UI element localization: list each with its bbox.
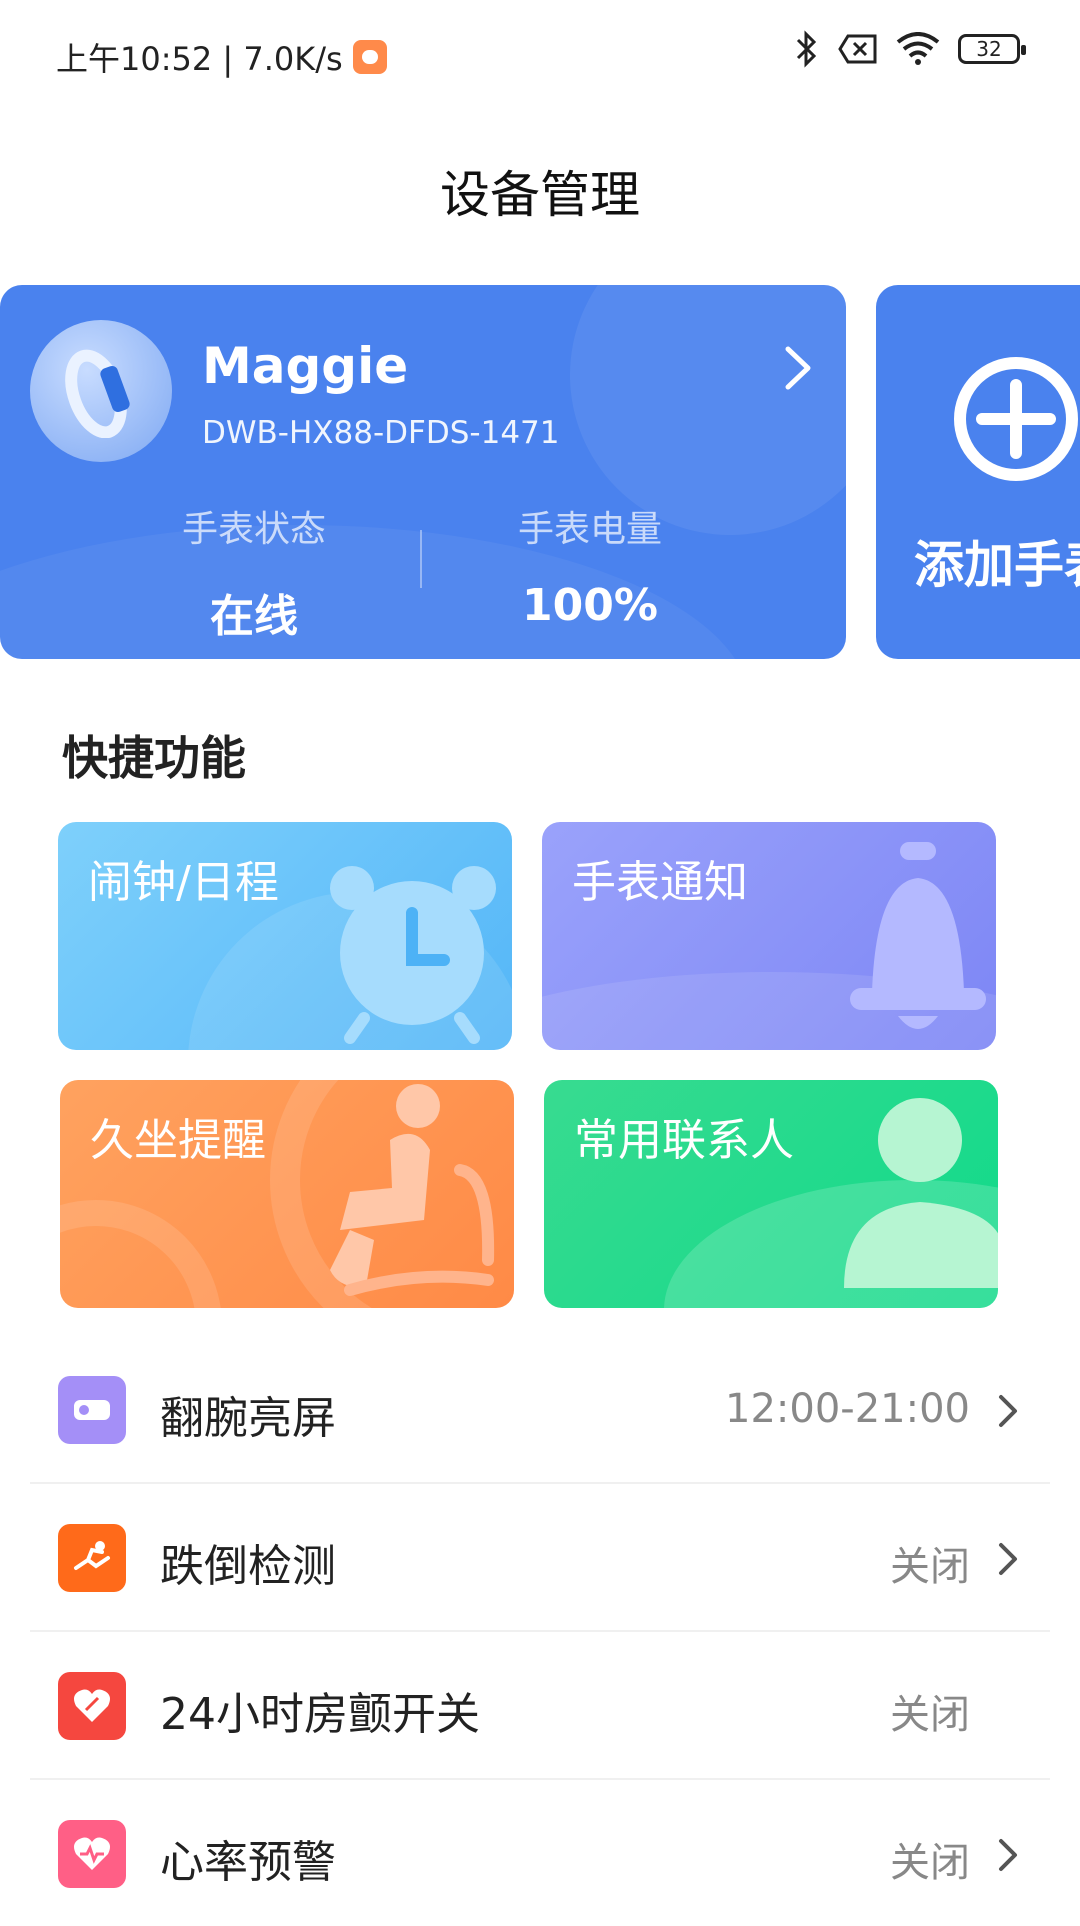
setting-row-afib-24h[interactable]: 24小时房颤开关 关闭 <box>30 1632 1050 1780</box>
watch-status-value: 在线 <box>210 591 298 642</box>
setting-row-heart-rate-alert[interactable]: 心率预警 关闭 <box>30 1780 1050 1926</box>
setting-value: 12:00-21:00 <box>725 1386 970 1432</box>
wrist-raise-icon <box>58 1376 126 1444</box>
settings-list: 翻腕亮屏 12:00-21:00 跌倒检测 关闭 24小时房颤开关 关闭 心率预… <box>30 1336 1050 1926</box>
sim-off-icon <box>838 34 877 64</box>
setting-row-fall-detection[interactable]: 跌倒检测 关闭 <box>30 1484 1050 1632</box>
chevron-right-icon[interactable] <box>780 343 816 393</box>
watch-status-label: 手表状态 <box>181 509 326 550</box>
watch-status: 手表状态 在线 <box>104 500 404 644</box>
setting-label: 跌倒检测 <box>160 1541 336 1592</box>
setting-value: 关闭 <box>890 1840 970 1886</box>
heart-rate-icon <box>58 1820 126 1888</box>
device-serial: DWB-HX88-DFDS-1471 <box>202 415 560 451</box>
chevron-right-icon <box>999 1395 1017 1427</box>
status-left: 上午10:52 | 7.0K/s <box>56 34 387 80</box>
chevron-right-icon <box>999 1543 1017 1575</box>
setting-value: 关闭 <box>890 1692 970 1738</box>
tile-alarm-label: 闹钟/日程 <box>88 857 279 908</box>
stat-divider <box>420 530 422 588</box>
setting-label: 24小时房颤开关 <box>160 1689 480 1740</box>
setting-label: 心率预警 <box>160 1837 336 1888</box>
chevron-right-icon <box>999 1839 1017 1871</box>
setting-row-wrist-raise[interactable]: 翻腕亮屏 12:00-21:00 <box>30 1336 1050 1484</box>
bell-icon <box>850 842 986 1029</box>
tile-notify-label: 手表通知 <box>572 857 748 908</box>
tile-decoration <box>60 1200 222 1308</box>
setting-label: 翻腕亮屏 <box>160 1393 336 1444</box>
plus-circle-icon <box>954 357 1078 481</box>
section-title-quick: 快捷功能 <box>62 731 246 785</box>
tile-sit-label: 久坐提醒 <box>90 1115 266 1166</box>
battery-indicator: 32 <box>958 34 1026 64</box>
setting-value: 关闭 <box>890 1544 970 1590</box>
watch-band-icon <box>65 349 130 438</box>
tile-sedentary-reminder[interactable]: 久坐提醒 <box>60 1080 514 1308</box>
tile-frequent-contacts[interactable]: 常用联系人 <box>544 1080 998 1308</box>
bluetooth-icon <box>796 30 817 68</box>
status-time-speed: 上午10:52 | 7.0K/s <box>56 40 343 78</box>
sitting-person-icon <box>330 1084 495 1296</box>
tile-watch-notification[interactable]: 手表通知 <box>542 822 996 1050</box>
watch-avatar <box>30 320 172 462</box>
watch-battery-value: 100% <box>522 580 658 631</box>
tile-alarm-schedule[interactable]: 闹钟/日程 <box>58 822 512 1050</box>
status-right: 32 <box>794 30 1026 68</box>
add-watch-card[interactable]: 添加手表 <box>876 285 1080 659</box>
wifi-icon <box>896 32 940 65</box>
add-watch-label: 添加手表 <box>914 536 1080 594</box>
alarm-clock-icon <box>330 866 496 1044</box>
afib-heart-icon <box>58 1672 126 1740</box>
app-notification-icon <box>352 40 387 74</box>
battery-level: 32 <box>976 37 1002 61</box>
tile-contact-label: 常用联系人 <box>574 1115 794 1166</box>
fall-detect-icon <box>58 1524 126 1592</box>
watch-battery-label: 手表电量 <box>517 509 662 550</box>
page-title: 设备管理 <box>440 166 640 224</box>
card-decoration <box>570 285 846 535</box>
device-card[interactable]: Maggie DWB-HX88-DFDS-1471 手表状态 在线 手表电量 1… <box>0 285 846 659</box>
watch-battery: 手表电量 100% <box>440 500 740 631</box>
status-bar: 上午10:52 | 7.0K/s 32 <box>0 0 1080 110</box>
device-name: Maggie <box>202 337 409 395</box>
contact-person-icon <box>844 1098 998 1288</box>
